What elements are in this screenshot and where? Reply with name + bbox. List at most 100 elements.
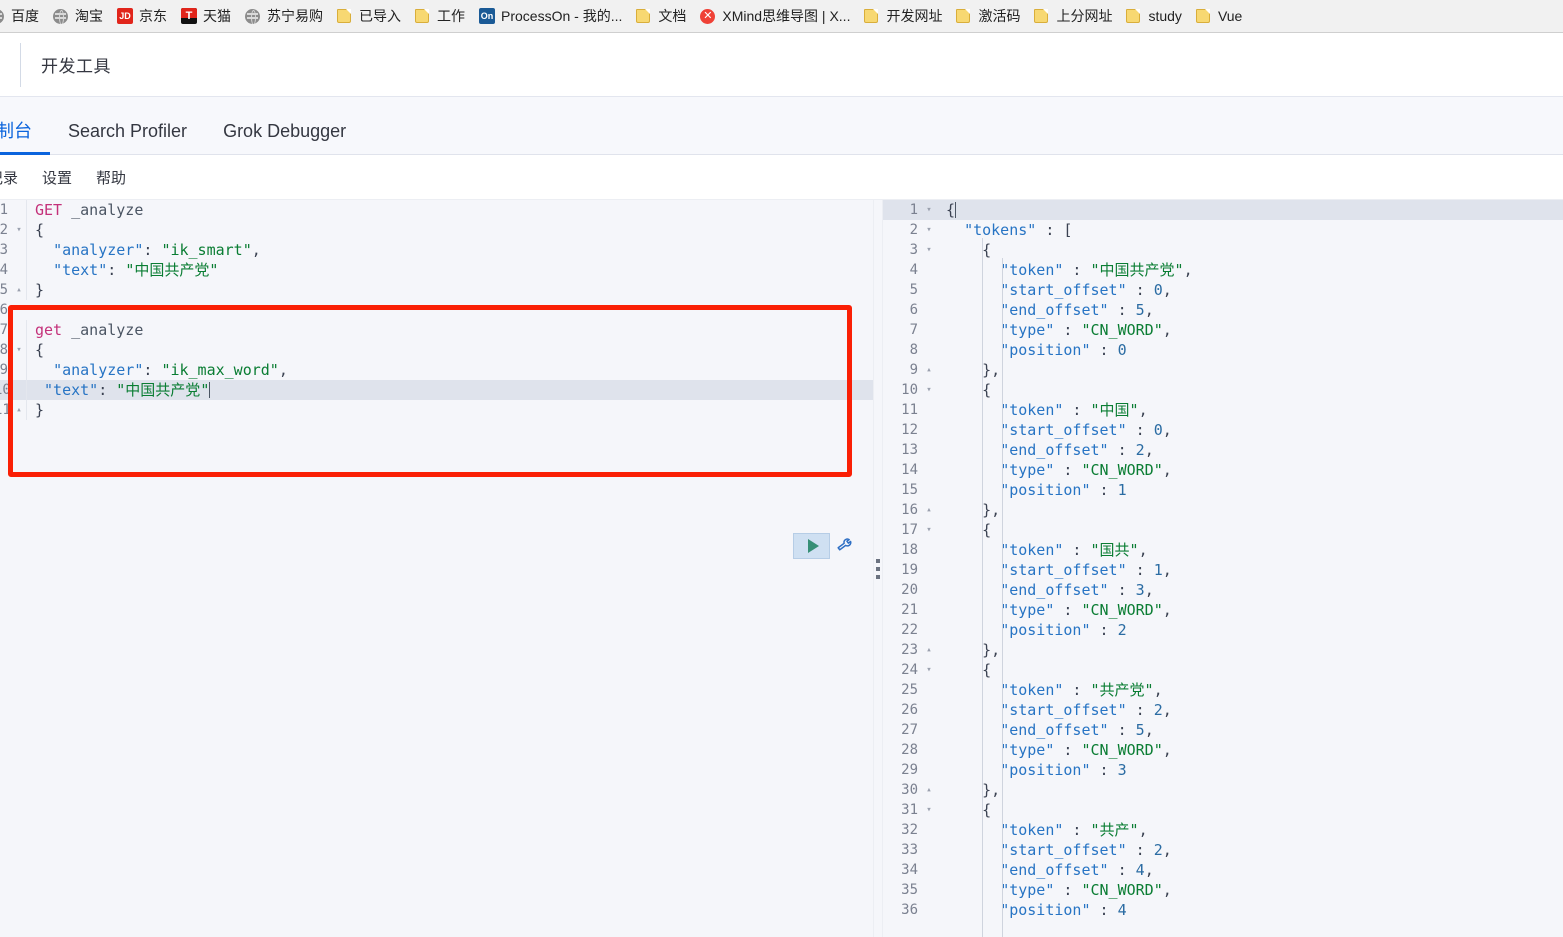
fold-toggle-icon[interactable]: ▴ xyxy=(922,500,936,520)
code-line[interactable]: 20 "end_offset" : 3, xyxy=(878,580,1563,600)
response-editor-pane[interactable]: 1 ▾{2 ▾ "tokens" : [3 ▾ {4 "token" : "中国共产党… xyxy=(878,200,1563,937)
code-line[interactable]: 12 "start_offset" : 0, xyxy=(878,420,1563,440)
code-line[interactable]: 7 get _analyze xyxy=(0,320,878,340)
fold-toggle-icon[interactable]: ▴ xyxy=(922,360,936,380)
code-line[interactable]: 23 ▴ }, xyxy=(878,640,1563,660)
bookmark-item[interactable]: 工作 xyxy=(408,4,472,29)
fold-toggle-icon[interactable]: ▾ xyxy=(922,800,936,820)
menu-item-settings[interactable]: 设置 xyxy=(30,167,84,188)
token-punc: , xyxy=(1138,821,1148,839)
fold-toggle-icon[interactable]: ▾ xyxy=(12,340,26,360)
request-editor[interactable]: 1 GET _analyze 2 ▾{3 "analyzer": "ik_smart"… xyxy=(0,200,878,937)
fold-toggle-icon[interactable]: ▴ xyxy=(922,780,936,800)
code-line[interactable]: 4 "token" : "中国共产党", xyxy=(878,260,1563,280)
code-line[interactable]: 9 ▴ }, xyxy=(878,360,1563,380)
token-punc: : xyxy=(1108,301,1136,319)
code-line[interactable]: 11▴} xyxy=(0,400,878,420)
code-line[interactable]: 16 ▴ }, xyxy=(878,500,1563,520)
bookmark-item[interactable]: 已导入 xyxy=(330,4,408,29)
code-line[interactable]: 1 ▾ { xyxy=(878,200,1563,220)
code-line[interactable]: 19 "start_offset" : 1, xyxy=(878,560,1563,580)
bookmark-item[interactable]: study xyxy=(1119,4,1188,29)
code-line[interactable]: 31 ▾ { xyxy=(878,800,1563,820)
menu-item-history[interactable]: 记录 xyxy=(0,167,30,188)
token-key: "type" xyxy=(1000,601,1055,619)
code-line[interactable]: 14 "type" : "CN_WORD", xyxy=(878,460,1563,480)
code-line[interactable]: 8 ▾ { xyxy=(0,340,878,360)
code-line[interactable]: 36 "position" : 4 xyxy=(878,900,1563,920)
fold-toggle-icon[interactable]: ▴ xyxy=(922,640,936,660)
code-line[interactable]: 10 ▾ { xyxy=(878,380,1563,400)
code-line[interactable]: 25 "token" : "共产党", xyxy=(878,680,1563,700)
bookmark-item[interactable]: 淘宝 xyxy=(46,4,110,29)
pane-splitter[interactable] xyxy=(873,200,883,937)
fold-toggle-icon[interactable]: ▾ xyxy=(922,240,936,260)
code-line[interactable]: 32 "token" : "共产", xyxy=(878,820,1563,840)
fold-toggle-icon[interactable]: ▴ xyxy=(12,400,26,420)
code-line[interactable]: 3 "analyzer": "ik_smart", xyxy=(0,240,878,260)
code-line[interactable]: 34 "end_offset" : 4, xyxy=(878,860,1563,880)
code-line[interactable]: 15 "position" : 1 xyxy=(878,480,1563,500)
code-line[interactable]: 35 "type" : "CN_WORD", xyxy=(878,880,1563,900)
bookmark-item[interactable]: 文档 xyxy=(629,4,693,29)
bookmark-item[interactable]: Vue xyxy=(1189,4,1249,29)
code-line[interactable]: 11 "token" : "中国", xyxy=(878,400,1563,420)
tab-console[interactable]: 制台 xyxy=(0,122,50,155)
fold-toggle-icon[interactable]: ▾ xyxy=(922,220,936,240)
token-punc xyxy=(946,281,1000,299)
bookmark-item[interactable]: 百度 xyxy=(0,4,46,29)
code-line[interactable]: 8 "position" : 0 xyxy=(878,340,1563,360)
code-line[interactable]: 1 GET _analyze xyxy=(0,200,878,220)
code-line[interactable]: 3 ▾ { xyxy=(878,240,1563,260)
code-line[interactable]: 7 "type" : "CN_WORD", xyxy=(878,320,1563,340)
devtools-header: 开发工具 xyxy=(0,33,1563,97)
code-line[interactable]: 24 ▾ { xyxy=(878,660,1563,680)
code-line[interactable]: 26 "start_offset" : 2, xyxy=(878,700,1563,720)
code-line[interactable]: 5 ▴} xyxy=(0,280,878,300)
code-line[interactable]: 30 ▴ }, xyxy=(878,780,1563,800)
code-line[interactable]: 2 ▾ { xyxy=(0,220,878,240)
code-line[interactable]: 21 "type" : "CN_WORD", xyxy=(878,600,1563,620)
code-line[interactable]: 6 "end_offset" : 5, xyxy=(878,300,1563,320)
wrench-icon[interactable] xyxy=(834,533,857,560)
tab-grok-debugger[interactable]: Grok Debugger xyxy=(205,122,364,154)
bookmark-item[interactable]: T 天猫 xyxy=(174,4,238,29)
bookmark-item[interactable]: 激活码 xyxy=(949,4,1027,29)
code-line[interactable]: 17 ▾ { xyxy=(878,520,1563,540)
token-key: "analyzer" xyxy=(53,361,144,379)
tab-search-profiler[interactable]: Search Profiler xyxy=(50,122,205,154)
code-line[interactable]: 33 "start_offset" : 2, xyxy=(878,840,1563,860)
code-line[interactable]: 6 xyxy=(0,300,878,320)
token-punc: : xyxy=(143,361,162,379)
request-editor-pane[interactable]: 1 GET _analyze 2 ▾{3 "analyzer": "ik_smart"… xyxy=(0,200,878,937)
response-code-area[interactable]: 1 ▾{2 ▾ "tokens" : [3 ▾ {4 "token" : "中国共产党… xyxy=(878,200,1563,937)
code-line[interactable]: 4 "text": "中国共产党" xyxy=(0,260,878,280)
code-line[interactable]: 2 ▾ "tokens" : [ xyxy=(878,220,1563,240)
code-line[interactable]: 28 "type" : "CN_WORD", xyxy=(878,740,1563,760)
code-line[interactable]: 9 "analyzer": "ik_max_word", xyxy=(0,360,878,380)
menu-item-help[interactable]: 帮助 xyxy=(84,167,138,188)
request-code-area[interactable]: 1 GET _analyze 2 ▾{3 "analyzer": "ik_smart"… xyxy=(0,200,878,937)
bookmark-item[interactable]: On ProcessOn - 我的... xyxy=(472,4,629,29)
run-request-button[interactable] xyxy=(793,533,830,559)
code-line[interactable]: 10 "text": "中国共产党" xyxy=(0,380,878,400)
fold-toggle-icon[interactable]: ▴ xyxy=(12,280,26,300)
bookmark-item[interactable]: ✕ XMind思维导图 | X... xyxy=(693,4,857,29)
fold-toggle-icon[interactable]: ▾ xyxy=(922,200,936,220)
code-line[interactable]: 29 "position" : 3 xyxy=(878,760,1563,780)
fold-toggle-icon[interactable]: ▾ xyxy=(922,660,936,680)
response-editor[interactable]: 1 ▾{2 ▾ "tokens" : [3 ▾ {4 "token" : "中国共产党… xyxy=(878,200,1563,937)
code-line[interactable]: 5 "start_offset" : 0, xyxy=(878,280,1563,300)
bookmark-item[interactable]: 苏宁易购 xyxy=(238,4,330,29)
bookmark-item[interactable]: 开发网址 xyxy=(857,4,949,29)
code-line[interactable]: 22 "position" : 2 xyxy=(878,620,1563,640)
bookmark-item[interactable]: JD 京东 xyxy=(110,4,174,29)
fold-toggle-icon[interactable]: ▾ xyxy=(12,220,26,240)
code-line[interactable]: 13 "end_offset" : 2, xyxy=(878,440,1563,460)
request-actions[interactable] xyxy=(793,533,856,559)
fold-toggle-icon[interactable]: ▾ xyxy=(922,520,936,540)
bookmark-item[interactable]: 上分网址 xyxy=(1027,4,1119,29)
fold-toggle-icon[interactable]: ▾ xyxy=(922,380,936,400)
code-line[interactable]: 18 "token" : "国共", xyxy=(878,540,1563,560)
code-line[interactable]: 27 "end_offset" : 5, xyxy=(878,720,1563,740)
